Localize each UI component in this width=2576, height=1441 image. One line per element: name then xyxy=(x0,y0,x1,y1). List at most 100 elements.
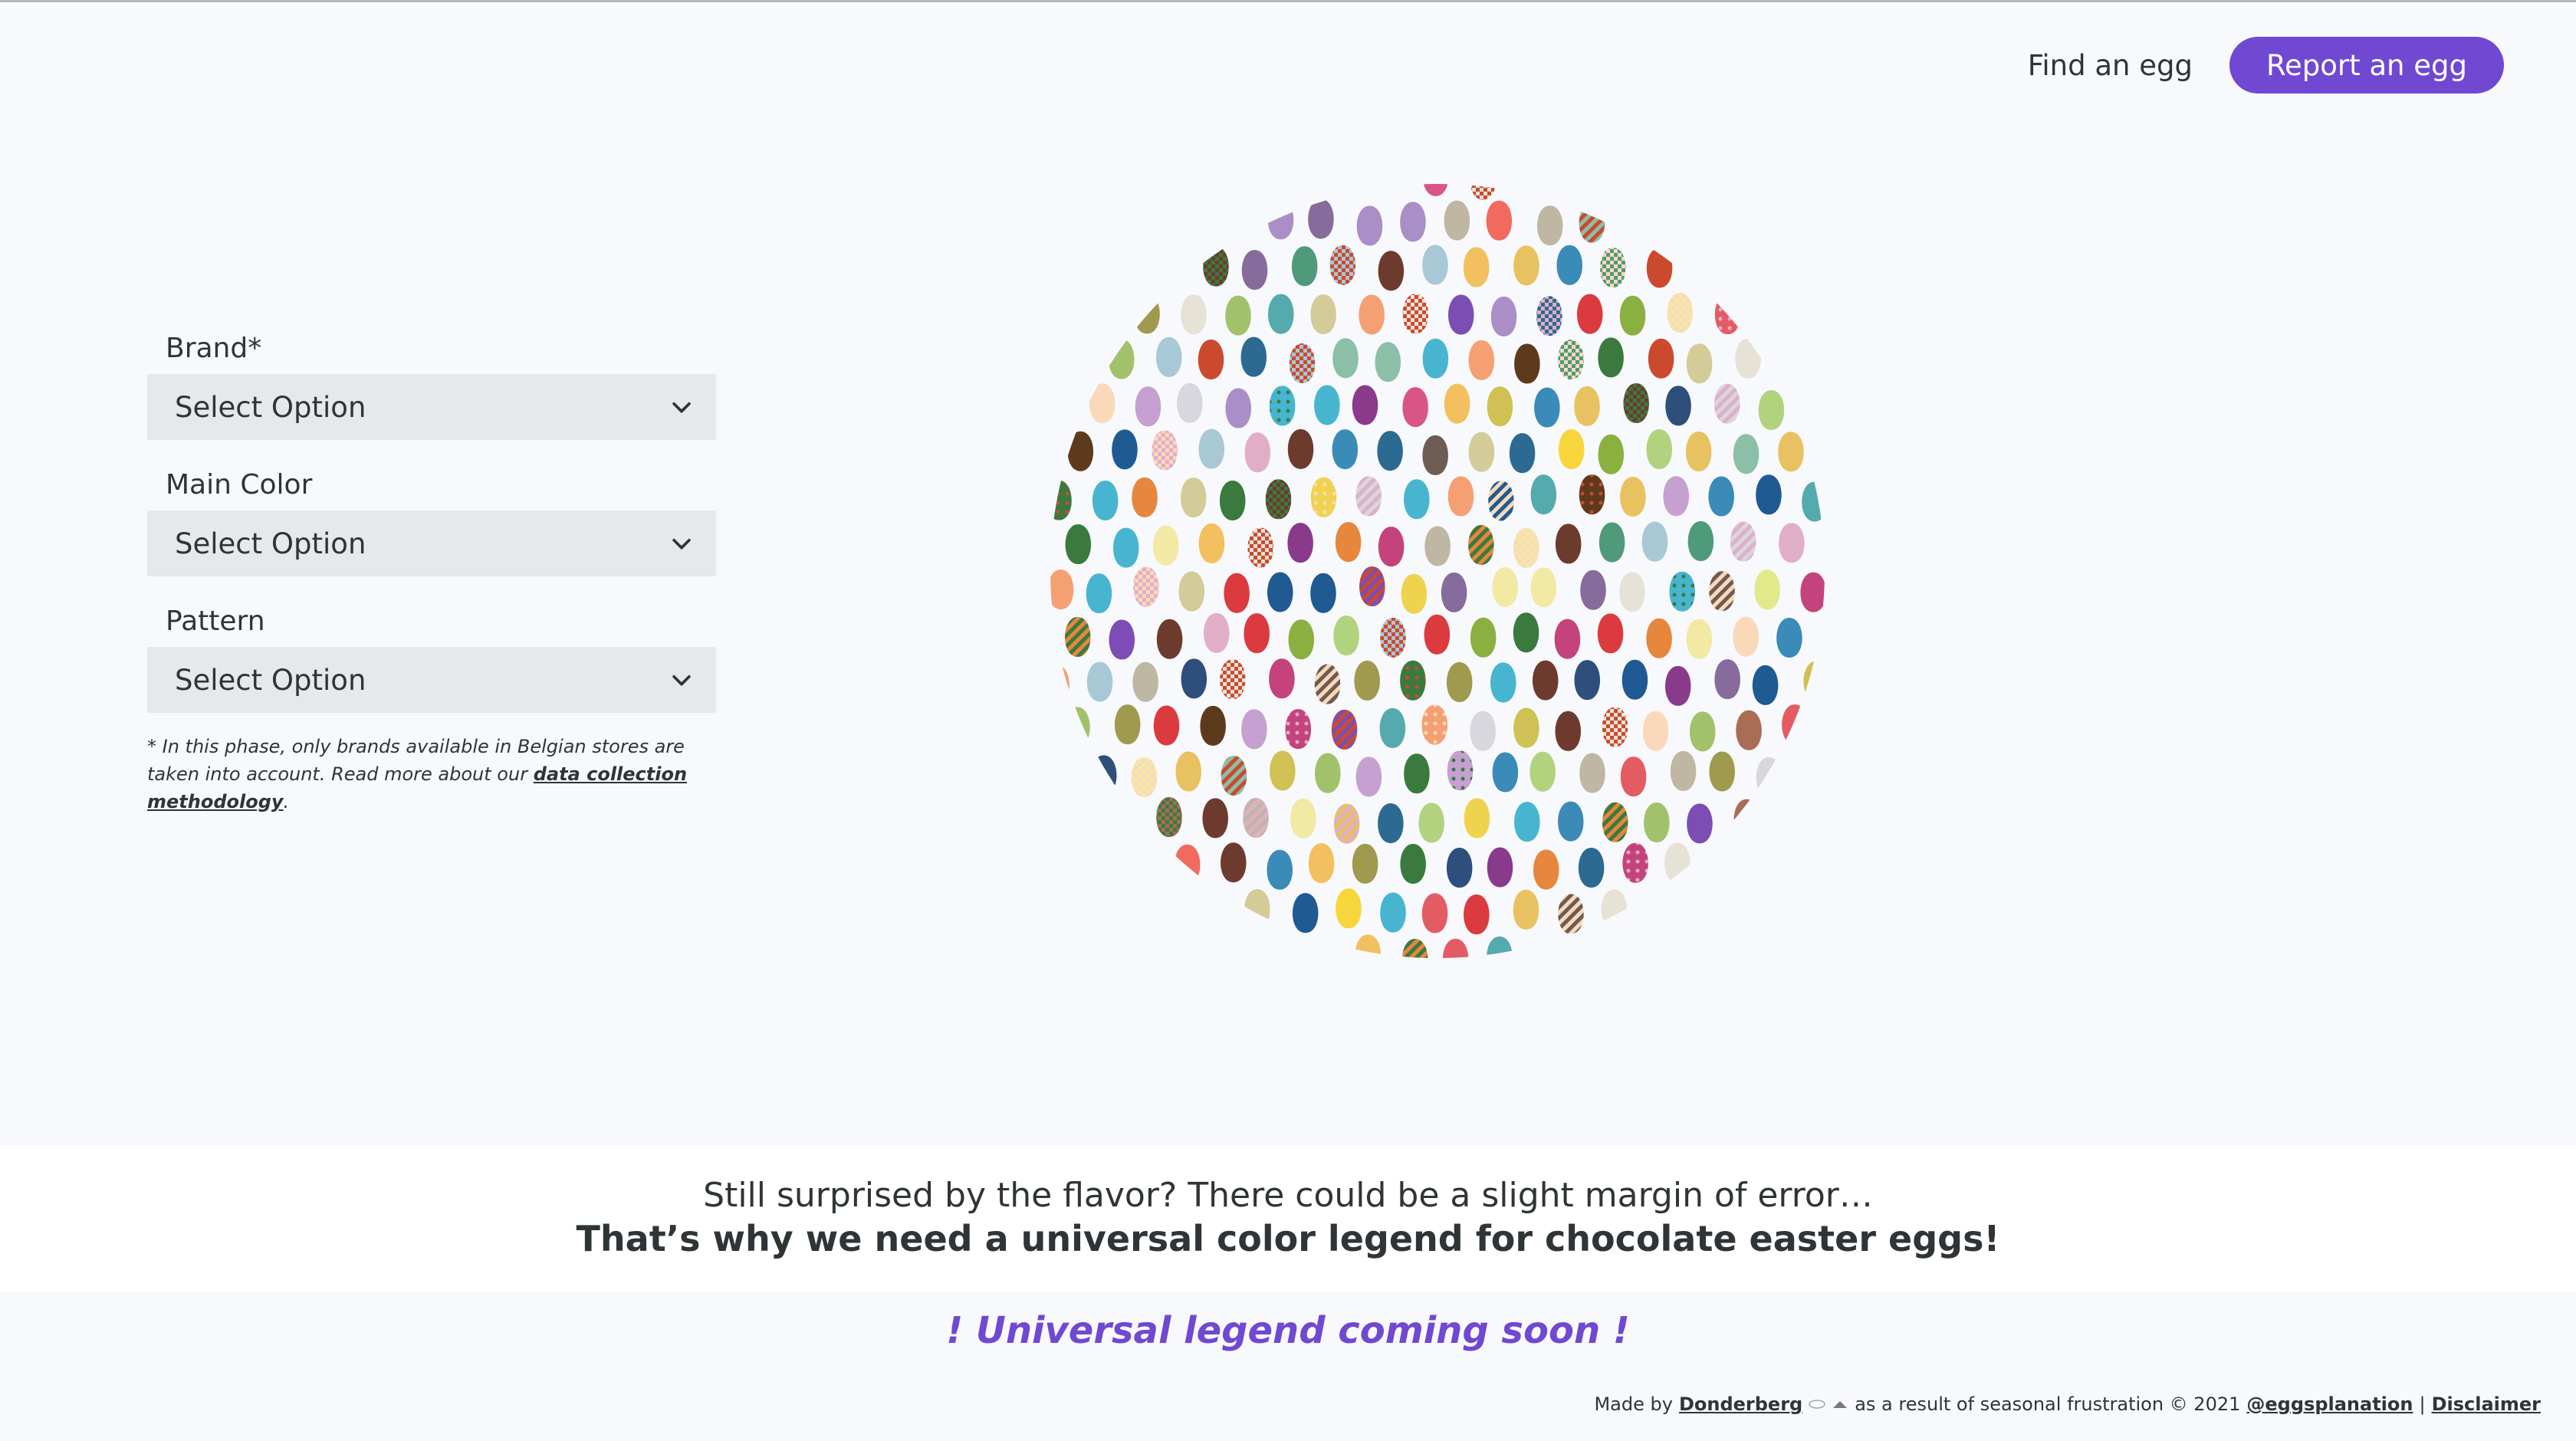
egg-item[interactable] xyxy=(1602,707,1628,747)
egg-item[interactable] xyxy=(1402,294,1429,334)
egg-item[interactable] xyxy=(1424,526,1451,566)
egg-item[interactable] xyxy=(1447,750,1474,791)
egg-item[interactable] xyxy=(1463,247,1490,287)
egg-item[interactable] xyxy=(1686,343,1713,384)
egg-item[interactable] xyxy=(1776,618,1802,658)
egg-item[interactable] xyxy=(1090,755,1117,796)
pattern-select[interactable]: Select Option xyxy=(147,647,716,713)
egg-item[interactable] xyxy=(1665,386,1691,426)
egg-item[interactable] xyxy=(1200,705,1226,746)
egg-item[interactable] xyxy=(1064,707,1090,747)
egg-item[interactable] xyxy=(1644,802,1670,842)
egg-item[interactable] xyxy=(1269,658,1295,699)
egg-item[interactable] xyxy=(1267,572,1293,612)
egg-item[interactable] xyxy=(1287,523,1313,563)
egg-item[interactable] xyxy=(1444,200,1470,241)
egg-item[interactable] xyxy=(1487,936,1513,966)
egg-item[interactable] xyxy=(1619,295,1646,336)
egg-item[interactable] xyxy=(1221,842,1247,883)
egg-item[interactable] xyxy=(1156,619,1183,659)
egg-item[interactable] xyxy=(1800,572,1825,612)
egg-item[interactable] xyxy=(1667,293,1694,333)
egg-item[interactable] xyxy=(1714,383,1740,424)
egg-item[interactable] xyxy=(1756,757,1783,797)
egg-item[interactable] xyxy=(1597,613,1624,654)
egg-item[interactable] xyxy=(1578,847,1605,888)
egg-item[interactable] xyxy=(1359,294,1385,335)
egg-item[interactable] xyxy=(1752,665,1779,705)
egg-item[interactable] xyxy=(1067,431,1094,471)
egg-item[interactable] xyxy=(1153,705,1180,746)
egg-item[interactable] xyxy=(1468,340,1495,380)
egg-item[interactable] xyxy=(1530,474,1557,515)
egg-item[interactable] xyxy=(1225,295,1251,336)
egg-item[interactable] xyxy=(1315,753,1341,793)
egg-item[interactable] xyxy=(1513,707,1539,748)
egg-item[interactable] xyxy=(1198,523,1225,563)
egg-item[interactable] xyxy=(1623,382,1649,423)
egg-item[interactable] xyxy=(1447,476,1474,517)
egg-item[interactable] xyxy=(1687,521,1714,562)
egg-item[interactable] xyxy=(1400,202,1426,242)
egg-item[interactable] xyxy=(1418,803,1444,843)
egg-item[interactable] xyxy=(1333,615,1359,656)
egg-item[interactable] xyxy=(1536,205,1563,246)
egg-item[interactable] xyxy=(1269,386,1296,426)
egg-item[interactable] xyxy=(1112,429,1138,470)
egg-item[interactable] xyxy=(1468,432,1495,472)
egg-item[interactable] xyxy=(1220,659,1246,700)
egg-item[interactable] xyxy=(1314,664,1341,704)
egg-item[interactable] xyxy=(1580,570,1606,610)
egg-item[interactable] xyxy=(1534,387,1560,428)
egg-item[interactable] xyxy=(1177,382,1203,423)
egg-item[interactable] xyxy=(1221,755,1247,796)
egg-item[interactable] xyxy=(1736,710,1762,750)
egg-item[interactable] xyxy=(1530,751,1556,792)
egg-item[interactable] xyxy=(1579,474,1605,515)
egg-item[interactable] xyxy=(1268,294,1294,334)
egg-item[interactable] xyxy=(1464,798,1490,839)
egg-item[interactable] xyxy=(1378,251,1405,291)
egg-item[interactable] xyxy=(1670,750,1697,791)
egg-item[interactable] xyxy=(1536,296,1562,336)
egg-item[interactable] xyxy=(1043,665,1070,705)
egg-item[interactable] xyxy=(1513,245,1539,286)
egg-item[interactable] xyxy=(1288,619,1315,660)
egg-item[interactable] xyxy=(1487,386,1513,427)
egg-item[interactable] xyxy=(1709,751,1735,792)
egg-item[interactable] xyxy=(1513,527,1539,568)
egg-item[interactable] xyxy=(1064,616,1091,657)
egg-item[interactable] xyxy=(1669,571,1695,612)
egg-item[interactable] xyxy=(1332,429,1359,470)
egg-item[interactable] xyxy=(1265,479,1292,520)
egg-item[interactable] xyxy=(1314,385,1340,425)
egg-item[interactable] xyxy=(1131,757,1158,798)
egg-item[interactable] xyxy=(1114,704,1141,745)
egg-item[interactable] xyxy=(1490,296,1517,336)
egg-item[interactable] xyxy=(1554,619,1581,659)
egg-item[interactable] xyxy=(1404,753,1430,794)
disclaimer-link[interactable]: Disclaimer xyxy=(2432,1393,2541,1415)
egg-item[interactable] xyxy=(1378,527,1405,567)
egg-item[interactable] xyxy=(1533,849,1559,890)
egg-item[interactable] xyxy=(1380,617,1406,658)
egg-item[interactable] xyxy=(1441,572,1467,612)
egg-item[interactable] xyxy=(1601,889,1628,930)
egg-item[interactable] xyxy=(1308,843,1335,884)
egg-item[interactable] xyxy=(1600,248,1626,288)
egg-item[interactable] xyxy=(1558,340,1584,380)
egg-item[interactable] xyxy=(1424,614,1451,655)
egg-item[interactable] xyxy=(1754,570,1780,610)
egg-item[interactable] xyxy=(1558,429,1585,470)
egg-item[interactable] xyxy=(1733,799,1760,839)
egg-item[interactable] xyxy=(1270,750,1296,791)
egg-item[interactable] xyxy=(1642,711,1669,751)
report-egg-button[interactable]: Report an egg xyxy=(2229,37,2504,94)
egg-item[interactable] xyxy=(1178,571,1205,612)
brand-select[interactable]: Select Option xyxy=(147,374,716,440)
egg-item[interactable] xyxy=(1310,573,1336,613)
egg-item[interactable] xyxy=(1331,709,1358,750)
egg-item[interactable] xyxy=(1686,619,1713,659)
egg-item[interactable] xyxy=(1180,478,1207,518)
egg-item[interactable] xyxy=(1447,294,1474,335)
